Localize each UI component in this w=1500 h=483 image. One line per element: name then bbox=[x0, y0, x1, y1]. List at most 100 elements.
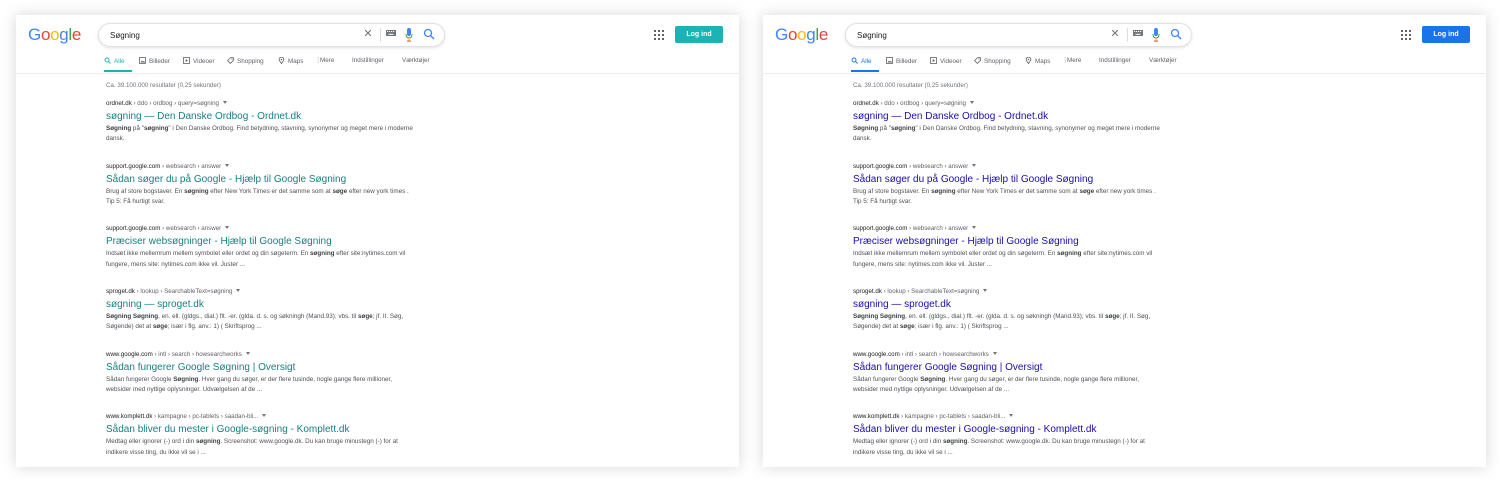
tab-alle[interactable]: Alle bbox=[851, 57, 872, 65]
result-snippet: Søgning på "søgning" i Den Danske Ordbog… bbox=[853, 125, 1160, 143]
tab-mere[interactable]: ⋮Mere bbox=[1062, 57, 1081, 64]
tab-videoer[interactable]: Videoer bbox=[183, 57, 215, 65]
caret-down-icon[interactable] bbox=[1009, 414, 1014, 418]
active-tab-indicator bbox=[104, 70, 132, 72]
result-snippet: Brug af store bogstaver. En søgning efte… bbox=[106, 187, 409, 205]
tab-alle[interactable]: Alle bbox=[104, 57, 125, 65]
search-icon bbox=[851, 57, 858, 64]
search-result: support.google.com › websearch › answer … bbox=[106, 225, 416, 288]
tab-billeder[interactable]: Billeder bbox=[139, 57, 170, 65]
result-url[interactable]: ordnet.dk › ddo › ordbog › query=søgning bbox=[106, 100, 416, 107]
caret-down-icon[interactable] bbox=[972, 226, 977, 230]
result-snippet: Søgning Søgning, en. ell. (gldgs., dial.… bbox=[853, 313, 1151, 331]
result-snippet: Medtag eller ignorer (-) ord i din søgni… bbox=[106, 438, 398, 456]
tab-mere[interactable]: ⋮Mere bbox=[315, 57, 334, 64]
result-breadcrumb: › intl › search › howsearchworks bbox=[152, 350, 242, 358]
keyboard-icon[interactable] bbox=[386, 30, 396, 36]
search-box-divider bbox=[380, 28, 381, 42]
caret-down-icon[interactable] bbox=[262, 414, 267, 418]
caret-down-icon[interactable] bbox=[970, 101, 975, 104]
result-title-link[interactable]: søgning — Den Danske Ordbog - Ordnet.dk bbox=[853, 111, 1163, 122]
google-logo[interactable]: Google bbox=[775, 25, 828, 45]
results-list: ordnet.dk › ddo › ordbog › query=søgning… bbox=[106, 100, 416, 467]
login-button[interactable]: Log ind bbox=[1422, 26, 1470, 43]
caret-down-icon[interactable] bbox=[223, 101, 228, 104]
result-title-link[interactable]: Sådan bliver du mester i Google-søgning … bbox=[106, 424, 416, 435]
clear-icon[interactable]: ✕ bbox=[361, 27, 375, 41]
result-domain: support.google.com bbox=[106, 225, 161, 233]
result-domain: sproget.dk bbox=[853, 288, 882, 296]
image-icon bbox=[139, 57, 146, 64]
caret-down-icon[interactable] bbox=[972, 163, 977, 167]
apps-grid-icon[interactable] bbox=[1401, 30, 1411, 40]
active-tab-indicator bbox=[851, 70, 879, 72]
caret-down-icon[interactable] bbox=[983, 289, 988, 293]
mic-icon[interactable] bbox=[405, 28, 413, 42]
result-title-link[interactable]: Præciser websøgninger - Hjælp til Google… bbox=[853, 236, 1163, 247]
result-snippet: Søgning Søgning, en. ell. (gldgs., dial.… bbox=[106, 313, 404, 331]
search-result: sproget.dk › lookup › SearchableText=søg… bbox=[853, 288, 1163, 351]
search-icon[interactable] bbox=[1170, 28, 1182, 40]
result-stats: Ca. 39.100.000 resultater (0,25 sekunder… bbox=[106, 82, 221, 89]
caret-down-icon[interactable] bbox=[225, 163, 230, 167]
tab-maps[interactable]: Maps bbox=[278, 57, 303, 65]
search-box: ✕ bbox=[98, 23, 445, 47]
result-url[interactable]: support.google.com › websearch › answer bbox=[106, 163, 416, 170]
result-url[interactable]: ordnet.dk › ddo › ordbog › query=søgning bbox=[853, 100, 1163, 107]
search-result: www.komplett.dk › kampagne › pc-tablets … bbox=[853, 413, 1163, 467]
caret-down-icon[interactable] bbox=[225, 226, 230, 230]
tab-indstillinger[interactable]: Indstillinger bbox=[352, 57, 384, 64]
result-title-link[interactable]: Sådan fungerer Google Søgning | Oversigt bbox=[106, 362, 416, 373]
result-title-link[interactable]: søgning — sproget.dk bbox=[106, 299, 416, 310]
google-logo[interactable]: Google bbox=[28, 25, 81, 45]
caret-down-icon[interactable] bbox=[992, 351, 997, 355]
caret-down-icon[interactable] bbox=[245, 351, 250, 355]
result-url[interactable]: www.komplett.dk › kampagne › pc-tablets … bbox=[106, 413, 416, 420]
clear-icon[interactable]: ✕ bbox=[1108, 27, 1122, 41]
login-button[interactable]: Log ind bbox=[675, 26, 723, 43]
search-input[interactable] bbox=[857, 28, 1087, 42]
result-url[interactable]: www.google.com › intl › search › howsear… bbox=[106, 351, 416, 358]
result-title-link[interactable]: Sådan søger du på Google - Hjælp til Goo… bbox=[106, 174, 416, 185]
search-result: support.google.com › websearch › answer … bbox=[853, 163, 1163, 226]
tab-shopping[interactable]: Shopping bbox=[227, 57, 264, 65]
result-url[interactable]: support.google.com › websearch › answer bbox=[106, 225, 416, 232]
video-icon bbox=[183, 57, 190, 64]
result-domain: support.google.com bbox=[106, 162, 161, 170]
result-title-link[interactable]: Præciser websøgninger - Hjælp til Google… bbox=[106, 236, 416, 247]
tab-videoer[interactable]: Videoer bbox=[930, 57, 962, 65]
result-domain: www.google.com bbox=[106, 350, 153, 358]
result-url[interactable]: sproget.dk › lookup › SearchableText=søg… bbox=[853, 288, 1163, 295]
search-result: www.komplett.dk › kampagne › pc-tablets … bbox=[106, 413, 416, 467]
tab-vaerktoejer[interactable]: Værktøjer bbox=[1149, 57, 1177, 64]
tab-shopping[interactable]: Shopping bbox=[974, 57, 1011, 65]
tab-indstillinger[interactable]: Indstillinger bbox=[1099, 57, 1131, 64]
result-breadcrumb: › lookup › SearchableText=søgning bbox=[134, 288, 233, 296]
result-snippet: Brug af store bogstaver. En søgning efte… bbox=[853, 187, 1156, 205]
result-title-link[interactable]: søgning — Den Danske Ordbog - Ordnet.dk bbox=[106, 111, 416, 122]
result-url[interactable]: support.google.com › websearch › answer bbox=[853, 225, 1163, 232]
search-icon[interactable] bbox=[423, 28, 435, 40]
result-url[interactable]: support.google.com › websearch › answer bbox=[853, 163, 1163, 170]
result-title-link[interactable]: Sådan fungerer Google Søgning | Oversigt bbox=[853, 362, 1163, 373]
result-url[interactable]: sproget.dk › lookup › SearchableText=søg… bbox=[106, 288, 416, 295]
result-title-link[interactable]: Sådan bliver du mester i Google-søgning … bbox=[853, 424, 1163, 435]
result-title-link[interactable]: søgning — sproget.dk bbox=[853, 299, 1163, 310]
result-domain: support.google.com bbox=[853, 225, 908, 233]
apps-grid-icon[interactable] bbox=[654, 30, 664, 40]
result-url[interactable]: www.google.com › intl › search › howsear… bbox=[853, 351, 1163, 358]
result-snippet: Medtag eller ignorer (-) ord i din søgni… bbox=[853, 438, 1145, 456]
keyboard-icon[interactable] bbox=[1133, 30, 1143, 36]
mic-icon[interactable] bbox=[1152, 28, 1160, 42]
result-breadcrumb: › websearch › answer bbox=[160, 162, 222, 170]
search-input[interactable] bbox=[110, 28, 340, 42]
result-url[interactable]: www.komplett.dk › kampagne › pc-tablets … bbox=[853, 413, 1163, 420]
tab-billeder[interactable]: Billeder bbox=[886, 57, 917, 65]
result-title-link[interactable]: Sådan søger du på Google - Hjælp til Goo… bbox=[853, 174, 1163, 185]
result-snippet: Sådan fungerer Google Søgning. Hver gang… bbox=[106, 375, 392, 394]
caret-down-icon[interactable] bbox=[236, 289, 241, 293]
tab-maps[interactable]: Maps bbox=[1025, 57, 1050, 65]
search-result: ordnet.dk › ddo › ordbog › query=søgning… bbox=[853, 100, 1163, 163]
tab-vaerktoejer[interactable]: Værktøjer bbox=[402, 57, 430, 64]
header-divider bbox=[16, 73, 739, 74]
